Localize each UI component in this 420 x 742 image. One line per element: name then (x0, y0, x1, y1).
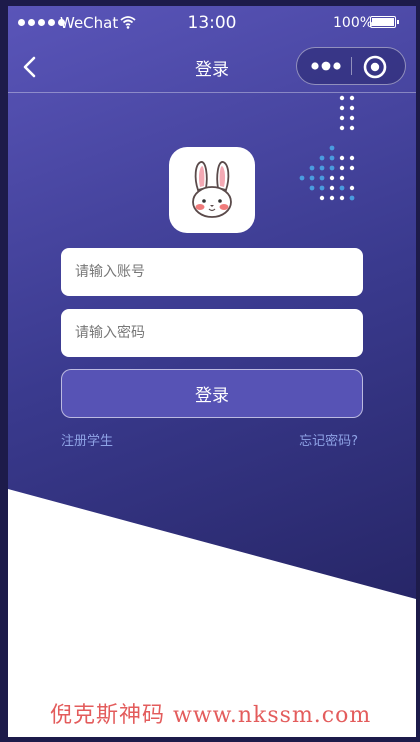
watermark: 倪克斯神码 www.nkssm.com (50, 703, 372, 728)
account-input[interactable] (61, 248, 363, 296)
decorative-dots-pattern (299, 95, 355, 201)
more-dots-icon[interactable] (307, 54, 347, 78)
register-student-link[interactable]: 注册学生 (61, 430, 113, 449)
capsule-divider (351, 57, 352, 75)
rabbit-icon (192, 161, 232, 218)
target-circle-icon[interactable] (361, 53, 389, 81)
app-logo (169, 147, 255, 233)
battery-icon (370, 16, 399, 28)
battery-percent: 100% (333, 15, 374, 31)
app-screen: WeChat 13:00 100% 登录 请输入账号 登录 注册学生 忘记密码?… (8, 6, 416, 737)
mini-program-capsule (296, 47, 406, 85)
forgot-password-link[interactable]: 忘记密码? (299, 430, 358, 449)
status-bar: WeChat 13:00 100% (8, 6, 416, 40)
login-button[interactable]: 登录 (61, 369, 363, 418)
password-input[interactable] (61, 309, 363, 357)
navigation-bar: 登录 (8, 40, 416, 93)
